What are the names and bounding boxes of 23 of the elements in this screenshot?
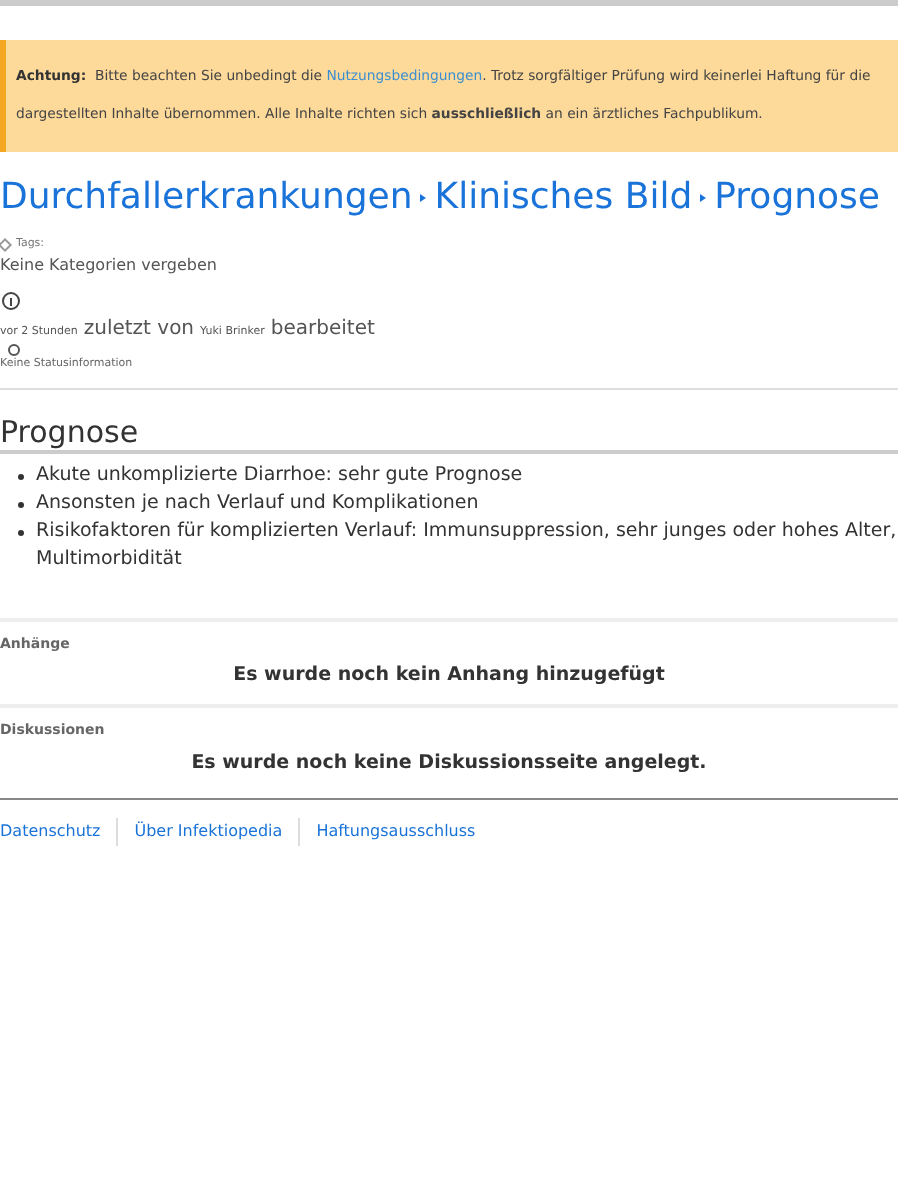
list-item: Risikofaktoren für komplizierten Verlauf: Immunsuppression, sehr junges oder hohes Alter, Multimorbidität [36, 517, 898, 573]
edit-label: bearbeitet [270, 316, 375, 345]
edit-label: zuletzt von [83, 316, 195, 345]
tag-icon [0, 237, 13, 252]
empty-message: Es wurde noch keine Diskussionsseite angelegt. [189, 749, 709, 778]
list-item: Akute unkomplizierte Diarrhoe: sehr gute Prognose [36, 461, 523, 489]
footer-link[interactable]: Haftungsausschluss [316, 820, 476, 844]
status-icon [8, 344, 20, 357]
list-item: Ansonsten je nach Verlauf und Komplikationen [36, 489, 479, 517]
breadcrumb-link[interactable]: Klinisches Bild [434, 170, 693, 224]
tags-value: Keine Kategorien vergeben [0, 254, 219, 279]
breadcrumb-link[interactable]: Durchfallerkrankungen [0, 170, 413, 224]
footer-link[interactable]: Datenschutz [0, 820, 101, 844]
section-heading: Prognose [0, 413, 141, 449]
breadcrumb-link[interactable]: Prognose [714, 170, 880, 224]
separator-icon [420, 193, 427, 201]
info-icon [2, 292, 20, 311]
bullet-icon [18, 529, 24, 535]
bullet-icon [18, 501, 24, 507]
separator-icon [700, 193, 707, 201]
empty-message: Es wurde noch kein Anhang hinzugefügt [231, 662, 667, 690]
footer-link[interactable]: Über Infektiopedia [134, 820, 283, 844]
bullet-icon [18, 473, 24, 479]
